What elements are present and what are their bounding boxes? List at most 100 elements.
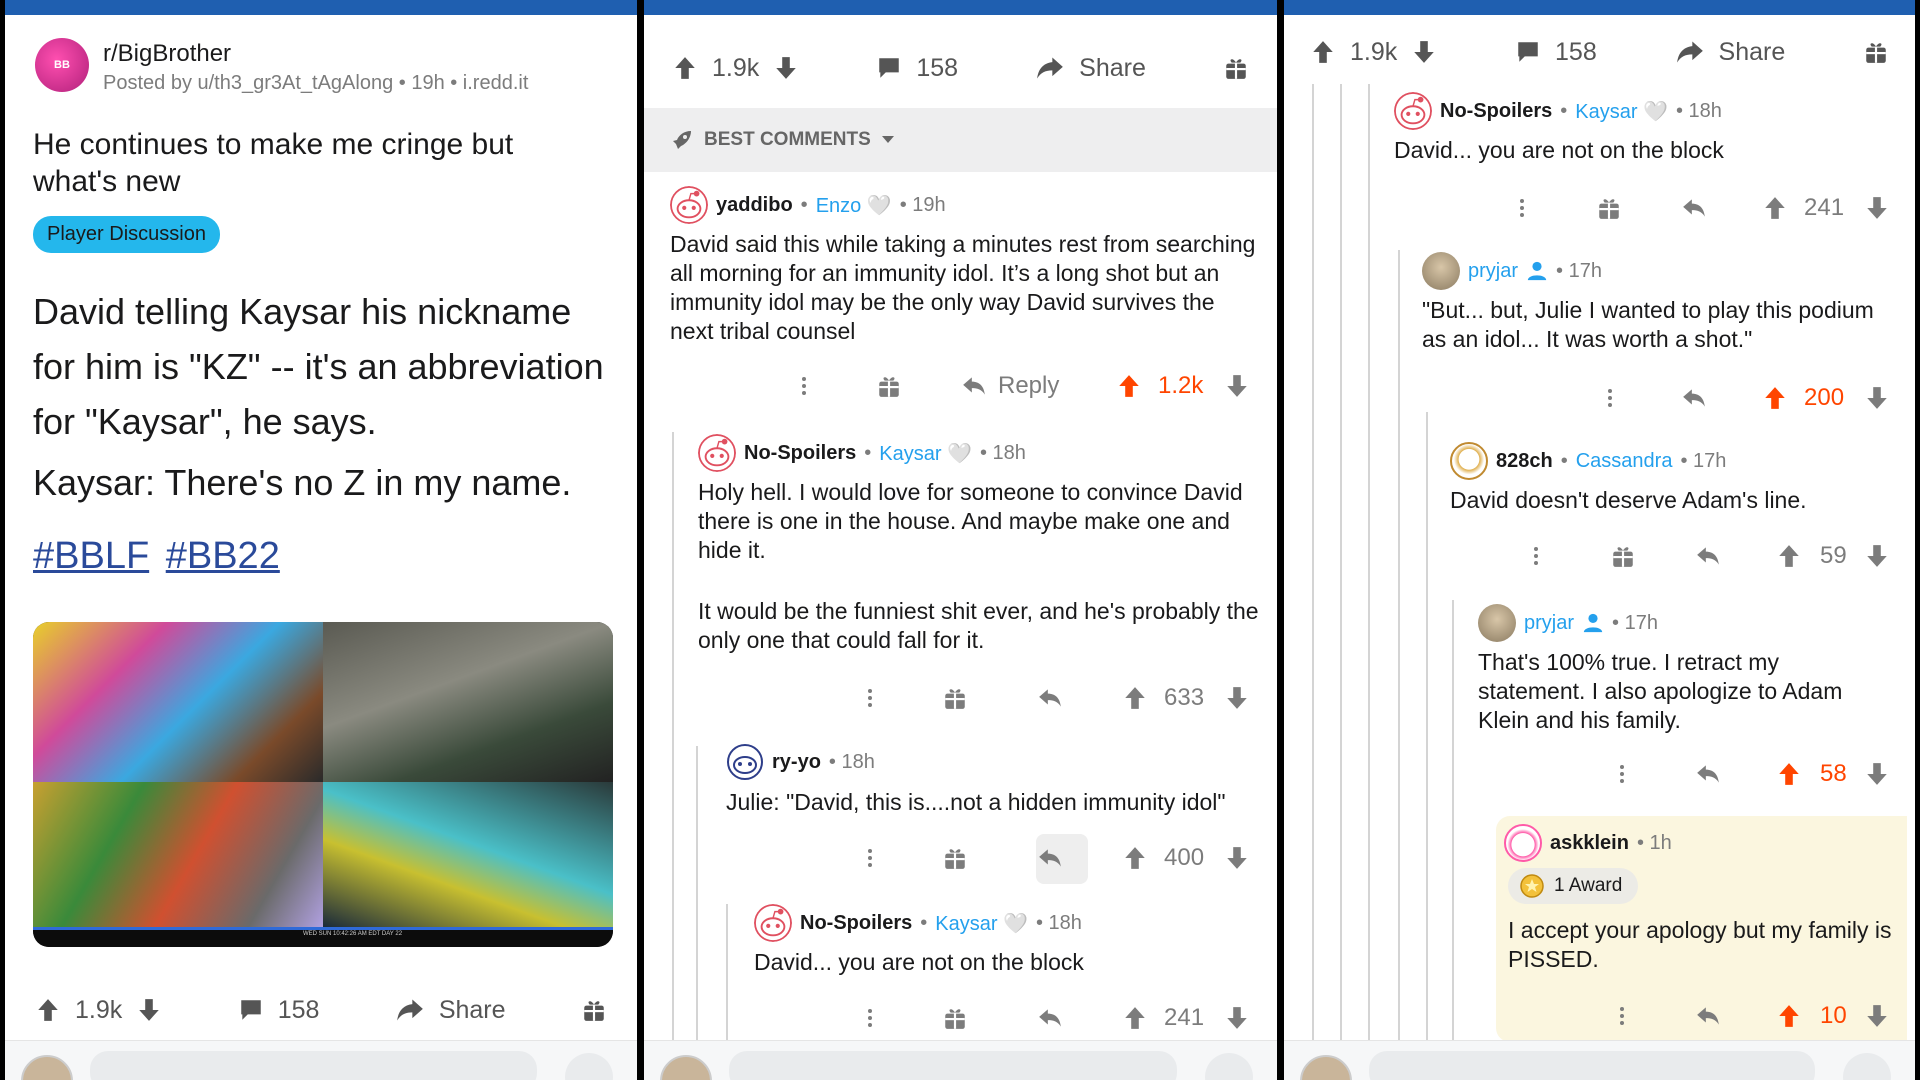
upvote-icon[interactable] <box>1776 1003 1802 1029</box>
upvote-icon[interactable] <box>1762 385 1788 411</box>
avatar[interactable] <box>726 743 764 781</box>
gift-icon[interactable] <box>581 997 607 1023</box>
sort-bar[interactable]: BEST COMMENTS <box>644 108 1277 172</box>
avatar[interactable] <box>670 186 708 224</box>
gift-icon[interactable] <box>942 685 968 711</box>
avatar[interactable] <box>660 1055 712 1080</box>
downvote-icon[interactable] <box>1224 1005 1250 1031</box>
reply-icon[interactable] <box>1680 195 1708 221</box>
close-icon[interactable] <box>1843 1053 1891 1080</box>
comment-author[interactable]: ry-yo <box>772 751 821 774</box>
post-score: 1.9k <box>712 53 760 82</box>
more-icon[interactable] <box>858 685 882 711</box>
comment-author[interactable]: No-Spoilers <box>1440 100 1552 123</box>
reply-icon[interactable] <box>1036 845 1064 871</box>
gift-icon[interactable] <box>942 1005 968 1031</box>
avatar[interactable] <box>21 1055 73 1080</box>
downvote-icon[interactable] <box>136 997 162 1023</box>
comment-author[interactable]: yaddibo <box>716 194 793 217</box>
more-icon[interactable] <box>1524 543 1548 569</box>
more-icon[interactable] <box>792 373 816 399</box>
close-icon[interactable] <box>565 1053 613 1080</box>
downvote-icon[interactable] <box>1864 1003 1890 1029</box>
upvote-icon[interactable] <box>1776 761 1802 787</box>
more-icon[interactable] <box>858 1005 882 1031</box>
comment-input[interactable] <box>1369 1051 1815 1080</box>
gift-icon[interactable] <box>876 373 902 399</box>
more-icon[interactable] <box>1598 385 1622 411</box>
comment-input[interactable] <box>729 1051 1177 1080</box>
avatar[interactable] <box>1504 824 1542 862</box>
upvote-icon[interactable] <box>1776 543 1802 569</box>
comments-button[interactable]: 158 <box>876 54 958 83</box>
upvote-icon[interactable] <box>1122 845 1148 871</box>
downvote-icon[interactable] <box>773 55 799 81</box>
comment-author[interactable]: No-Spoilers <box>800 912 912 935</box>
downvote-icon[interactable] <box>1864 195 1890 221</box>
reply-button[interactable]: Reply <box>960 372 1059 400</box>
upvote-icon[interactable] <box>1116 373 1142 399</box>
downvote-icon[interactable] <box>1864 543 1890 569</box>
camera-feed-3 <box>33 782 323 927</box>
reply-icon[interactable] <box>1036 1005 1064 1031</box>
reply-icon[interactable] <box>1694 1003 1722 1029</box>
share-button[interactable]: Share <box>1675 38 1785 67</box>
gift-icon[interactable] <box>1596 195 1622 221</box>
avatar[interactable] <box>754 904 792 942</box>
share-button[interactable]: Share <box>1035 54 1146 83</box>
downvote-icon[interactable] <box>1224 373 1250 399</box>
comment-author[interactable]: pryjar <box>1468 260 1518 283</box>
upvote-icon[interactable] <box>1122 1005 1148 1031</box>
more-icon[interactable] <box>1610 1003 1634 1029</box>
thread-line[interactable] <box>1398 250 1400 1040</box>
upvote-icon[interactable] <box>1762 195 1788 221</box>
avatar[interactable] <box>1300 1055 1352 1080</box>
downvote-icon[interactable] <box>1224 685 1250 711</box>
award-badge[interactable]: 1 Award <box>1508 868 1639 904</box>
downvote-icon[interactable] <box>1864 385 1890 411</box>
avatar[interactable] <box>1450 442 1488 480</box>
post-image[interactable]: WED SUN 10:42:26 AM EDT DAY 22 <box>33 622 613 947</box>
gift-icon[interactable] <box>942 845 968 871</box>
gift-icon[interactable] <box>1863 39 1889 65</box>
upvote-icon[interactable] <box>35 997 61 1023</box>
avatar[interactable] <box>698 434 736 472</box>
avatar[interactable] <box>1478 604 1516 642</box>
gift-icon[interactable] <box>1610 543 1636 569</box>
share-button[interactable]: Share <box>395 996 506 1025</box>
hashtag-link[interactable]: #BBLF <box>33 535 149 577</box>
thread-line[interactable] <box>672 432 674 1052</box>
comments-button[interactable]: 158 <box>238 996 319 1025</box>
comment-input[interactable] <box>90 1051 537 1080</box>
hashtag-link[interactable]: #BB22 <box>166 535 280 577</box>
comment-author[interactable]: No-Spoilers <box>744 442 856 465</box>
post-flair[interactable]: Player Discussion <box>33 216 220 253</box>
upvote-icon[interactable] <box>1310 39 1336 65</box>
downvote-icon[interactable] <box>1864 761 1890 787</box>
subreddit-avatar[interactable]: BB <box>35 38 89 92</box>
downvote-icon[interactable] <box>1224 845 1250 871</box>
thread-line[interactable] <box>1452 600 1454 1040</box>
post-panel: BB r/BigBrother Posted by u/th3_gr3At_tA… <box>5 0 637 1080</box>
thread-line[interactable] <box>1426 412 1428 1042</box>
reply-icon[interactable] <box>1680 385 1708 411</box>
subreddit-name[interactable]: r/BigBrother <box>103 40 231 68</box>
comments-button[interactable]: 158 <box>1515 38 1597 67</box>
more-icon[interactable] <box>1510 195 1534 221</box>
sort-label: BEST COMMENTS <box>704 129 871 150</box>
upvote-icon[interactable] <box>1122 685 1148 711</box>
downvote-icon[interactable] <box>1411 39 1437 65</box>
close-icon[interactable] <box>1205 1053 1253 1080</box>
more-icon[interactable] <box>1610 761 1634 787</box>
gift-icon[interactable] <box>1223 55 1249 81</box>
reply-icon[interactable] <box>1694 543 1722 569</box>
avatar[interactable] <box>1422 252 1460 290</box>
comment-author[interactable]: pryjar <box>1524 612 1574 635</box>
upvote-icon[interactable] <box>672 55 698 81</box>
comment-author[interactable]: askklein <box>1550 832 1629 855</box>
comment-author[interactable]: 828ch <box>1496 450 1553 473</box>
reply-icon[interactable] <box>1694 761 1722 787</box>
avatar[interactable] <box>1394 92 1432 130</box>
more-icon[interactable] <box>858 845 882 871</box>
reply-icon[interactable] <box>1036 685 1064 711</box>
